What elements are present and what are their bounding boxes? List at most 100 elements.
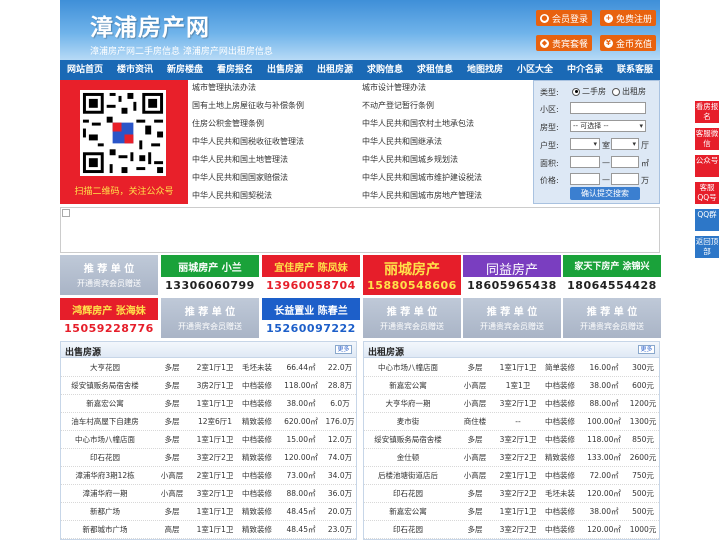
listing-row[interactable]: 后楼池塘街道店后 小高层 2室1厅1卫 中档装修 72.00㎡ 750元 (364, 467, 659, 485)
listing-name[interactable]: 大亨花园 (62, 359, 148, 377)
listing-row[interactable]: 绥安镇贩务局宿舍楼 多层 3室2厅1卫 中档装修 118.00㎡ 850元 (364, 431, 659, 449)
nav-item[interactable]: 看房报名 (210, 60, 260, 80)
listing-name[interactable]: 中心市场八幢店面 (365, 359, 451, 377)
price-min-input[interactable] (570, 173, 600, 185)
listing-row[interactable]: 大亨华府一期 小高层 3室2厅1卫 中档装修 88.00㎡ 1200元 (364, 395, 659, 413)
nav-item[interactable]: 新房楼盘 (160, 60, 210, 80)
nav-item[interactable]: 中介名录 (560, 60, 610, 80)
listing-row[interactable]: 印石花园 多层 3室2厅2卫 精致装修 120.00㎡ 74.0万 (61, 449, 356, 467)
nav-item[interactable]: 出售房源 (260, 60, 310, 80)
listing-row[interactable]: 新嘉宏公寓 小高层 1室1卫 中档装修 38.00㎡ 600元 (364, 377, 659, 395)
listing-name[interactable]: 印石花园 (365, 485, 451, 503)
price-max-input[interactable] (611, 173, 639, 185)
listing-row[interactable]: 印石花园 多层 3室2厅2卫 中档装修 120.00㎡ 1000元 (364, 521, 659, 539)
vip-package-button[interactable]: ◆ 贵宾套餐 (536, 35, 592, 51)
side-button[interactable]: 看房报名 (695, 101, 719, 123)
radio-second-hand[interactable]: 二手房 (572, 86, 606, 97)
law-link[interactable]: 城市管理执法办法 (192, 82, 256, 93)
listing-name[interactable]: 新嘉宏公寓 (365, 377, 451, 395)
agency-ad-tile[interactable]: 同益房产 18605965438 (463, 255, 561, 295)
gold-recharge-button[interactable]: ¥ 金币充值 (600, 35, 656, 51)
listing-row[interactable]: 新嘉宏公寓 多层 1室1厅1卫 中档装修 38.00㎡ 500元 (364, 503, 659, 521)
law-link[interactable]: 住房公积金管理条例 (192, 118, 264, 129)
listing-name[interactable]: 漳浦华府3期12栋 (62, 467, 148, 485)
nav-item[interactable]: 出租房源 (310, 60, 360, 80)
sale-more-link[interactable]: 更多 (335, 345, 352, 354)
listing-row[interactable]: 漳浦华府一期 小高层 3室2厅1卫 中档装修 88.00㎡ 36.0万 (61, 485, 356, 503)
recommend-slot-tile[interactable]: 推 荐 单 位开通贵宾会员赠送 (363, 298, 461, 338)
agency-ad-tile[interactable]: 长益置业 陈春兰 15260097222 (262, 298, 360, 338)
agency-ad-tile[interactable]: 鸿辉房产 张海妹 15059228776 (60, 298, 158, 338)
law-link[interactable]: 国有土地上房屋征收与补偿条例 (192, 100, 304, 111)
listing-row[interactable]: 中心市场八幢店面 多层 1室1厅1卫 简单装修 16.00㎡ 300元 (364, 359, 659, 377)
recommend-slot-tile[interactable]: 推 荐 单 位开通贵宾会员赠送 (463, 298, 561, 338)
nav-item[interactable]: 联系客服 (610, 60, 660, 80)
listing-name[interactable]: 新都广场 (62, 503, 148, 521)
agency-ad-tile[interactable]: 丽城房产 小兰 13306060799 (161, 255, 259, 295)
listing-name[interactable]: 印石花园 (365, 521, 451, 539)
radio-rent[interactable]: 出租房 (612, 86, 646, 97)
nav-item[interactable]: 地图找房 (460, 60, 510, 80)
listing-row[interactable]: 金仕顿 小高层 3室2厅2卫 精致装修 133.00㎡ 2600元 (364, 449, 659, 467)
listing-name[interactable]: 漳浦华府一期 (62, 485, 148, 503)
listing-name[interactable]: 绥安镇贩务局宿舍楼 (365, 431, 451, 449)
listing-name[interactable]: 中心市场八幢店面 (62, 431, 148, 449)
area-min-input[interactable] (570, 156, 600, 168)
law-link[interactable]: 中华人民共和国土地管理法 (192, 154, 288, 165)
law-link[interactable]: 中华人民共和国税收征收管理法 (192, 136, 304, 147)
site-logo[interactable]: 漳浦房产网 (90, 8, 210, 42)
listing-row[interactable]: 印石花园 多层 3室2厅2卫 毛坯未装 120.00㎡ 500元 (364, 485, 659, 503)
halls-select[interactable]: ▾ (611, 138, 639, 150)
recommend-slot-tile[interactable]: 推 荐 单 位开通贵宾会员赠送 (161, 298, 259, 338)
law-link[interactable]: 中华人民共和国城市维护建设税法 (362, 172, 482, 183)
listing-name[interactable]: 金仕顿 (365, 449, 451, 467)
banner-image[interactable] (60, 207, 660, 253)
rent-more-link[interactable]: 更多 (638, 345, 655, 354)
listing-name[interactable]: 新都城市广场 (62, 521, 148, 539)
side-button[interactable]: 客服微信 (695, 128, 719, 150)
side-button[interactable]: QQ群 (695, 209, 719, 231)
listing-row[interactable]: 新都广场 多层 1室1厅1卫 精致装修 48.45㎡ 20.0万 (61, 503, 356, 521)
law-link[interactable]: 中华人民共和国契税法 (192, 190, 272, 201)
law-link[interactable]: 中华人民共和国城乡规划法 (362, 154, 458, 165)
listing-row[interactable]: 新都城市广场 高层 1室1厅1卫 精致装修 48.45㎡ 23.0万 (61, 521, 356, 539)
listing-name[interactable]: 新嘉宏公寓 (62, 395, 148, 413)
housetype-select[interactable]: -- 可选择 -- ▾ (570, 120, 646, 132)
register-button[interactable]: + 免费注册 (600, 10, 656, 26)
listing-row[interactable]: 大亨花园 多层 2室1厅1卫 毛坯未装 66.44㎡ 22.0万 (61, 359, 356, 377)
law-link[interactable]: 中华人民共和国国家赔偿法 (192, 172, 288, 183)
side-button[interactable]: 返回顶部 (695, 236, 719, 258)
side-button[interactable]: 客服QQ号 (695, 182, 719, 204)
area-max-input[interactable] (611, 156, 639, 168)
agency-ad-tile[interactable]: 丽城房产 15880548606 (363, 255, 461, 295)
listing-row[interactable]: 新嘉宏公寓 多层 1室1厅1卫 中档装修 38.00㎡ 6.0万 (61, 395, 356, 413)
nav-item[interactable]: 小区大全 (510, 60, 560, 80)
listing-row[interactable]: 漳浦华府3期12栋 小高层 2室1厅1卫 中档装修 73.00㎡ 34.0万 (61, 467, 356, 485)
law-link[interactable]: 不动产登记暂行条例 (362, 100, 434, 111)
side-button[interactable]: 公众号 (695, 155, 719, 177)
recommend-slot-tile[interactable]: 推 荐 单 位开通贵宾会员赠送 (60, 255, 158, 295)
listing-name[interactable]: 后楼池塘街道店后 (365, 467, 451, 485)
nav-item[interactable]: 求租信息 (410, 60, 460, 80)
login-button[interactable]: ● 会员登录 (536, 10, 592, 26)
law-link[interactable]: 中华人民共和国农村土地承包法 (362, 118, 474, 129)
listing-name[interactable]: 新嘉宏公寓 (365, 503, 451, 521)
law-link[interactable]: 中华人民共和国继承法 (362, 136, 442, 147)
community-input[interactable] (570, 102, 646, 114)
listing-row[interactable]: 绥安镇贩务局宿舍楼 多层 3房2厅1卫 中档装修 118.00㎡ 28.8万 (61, 377, 356, 395)
nav-item[interactable]: 楼市资讯 (110, 60, 160, 80)
listing-name[interactable]: 绥安镇贩务局宿舍楼 (62, 377, 148, 395)
rooms-select[interactable]: ▾ (570, 138, 600, 150)
nav-item[interactable]: 网站首页 (60, 60, 110, 80)
search-submit-button[interactable]: 确认提交搜索 (570, 187, 640, 200)
nav-item[interactable]: 求购信息 (360, 60, 410, 80)
listing-row[interactable]: 麦市街 商住楼 -- 中档装修 100.00㎡ 1300元 (364, 413, 659, 431)
agency-ad-tile[interactable]: 宜佳房产 陈凤妹 13960058704 (262, 255, 360, 295)
listing-row[interactable]: 油车村高屋下自建房 多层 12室6厅1 精致装修 620.00㎡ 176.0万 (61, 413, 356, 431)
listing-name[interactable]: 印石花园 (62, 449, 148, 467)
listing-name[interactable]: 大亨华府一期 (365, 395, 451, 413)
listing-row[interactable]: 中心市场八幢店面 多层 1室1厅1卫 中档装修 15.00㎡ 12.0万 (61, 431, 356, 449)
law-link[interactable]: 中华人民共和国城市房地产管理法 (362, 190, 482, 201)
agency-ad-tile[interactable]: 家天下房产 涂锦兴 18064554428 (563, 255, 661, 295)
law-link[interactable]: 城市设计管理办法 (362, 82, 426, 93)
